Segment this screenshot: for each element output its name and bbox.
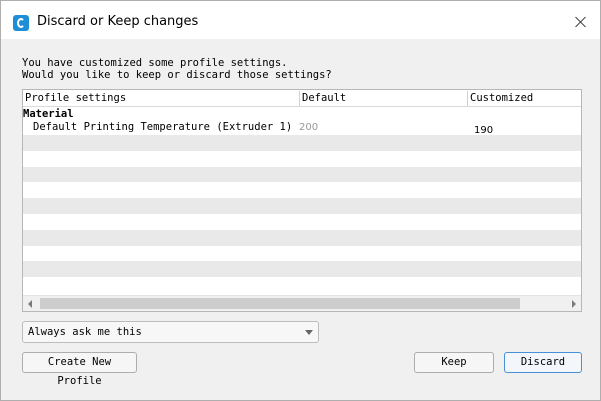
message-text: You have customized some profile setting… (22, 57, 332, 81)
empty-row (23, 261, 581, 278)
table-body: Material Default Printing Temperature (E… (23, 107, 581, 295)
title-bar: Discard or Keep changes (1, 1, 600, 39)
dropdown-selected-value: Always ask me this (28, 326, 142, 338)
column-header-profile-settings[interactable]: Profile settings (23, 91, 299, 106)
discard-button[interactable]: Discard (504, 352, 582, 373)
column-header-default[interactable]: Default (299, 91, 467, 106)
horizontal-scrollbar[interactable] (23, 295, 581, 311)
table-header: Profile settings Default Customized (23, 90, 581, 107)
profile-choice-dropdown[interactable]: Always ask me this (22, 321, 319, 343)
empty-row (23, 198, 581, 214)
app-icon (13, 15, 29, 31)
empty-row (23, 246, 581, 262)
setting-label: Default Printing Temperature (Extruder 1… (33, 121, 293, 133)
scroll-right-icon[interactable] (565, 296, 581, 311)
message-line-1: You have customized some profile setting… (22, 57, 288, 69)
default-value: 200 (299, 122, 319, 133)
dialog-window: Discard or Keep changes You have customi… (0, 0, 601, 401)
close-icon[interactable] (567, 9, 595, 35)
empty-row (23, 229, 581, 246)
message-line-2: Would you like to keep or discard those … (22, 69, 332, 81)
keep-button[interactable]: Keep (414, 352, 494, 373)
empty-row (23, 182, 581, 198)
empty-row (23, 135, 581, 151)
empty-row (23, 151, 581, 167)
scroll-left-icon[interactable] (23, 296, 39, 311)
empty-row (23, 214, 581, 230)
empty-row (23, 166, 581, 183)
window-title: Discard or Keep changes (37, 14, 199, 29)
settings-table: Profile settings Default Customized Mate… (22, 89, 582, 312)
empty-row (23, 277, 581, 293)
column-header-customized[interactable]: Customized (467, 91, 581, 106)
table-row[interactable]: Default Printing Temperature (Extruder 1… (23, 120, 581, 136)
create-new-profile-button[interactable]: Create New Profile (22, 352, 137, 387)
scroll-thumb[interactable] (40, 298, 520, 309)
chevron-down-icon (305, 330, 313, 335)
